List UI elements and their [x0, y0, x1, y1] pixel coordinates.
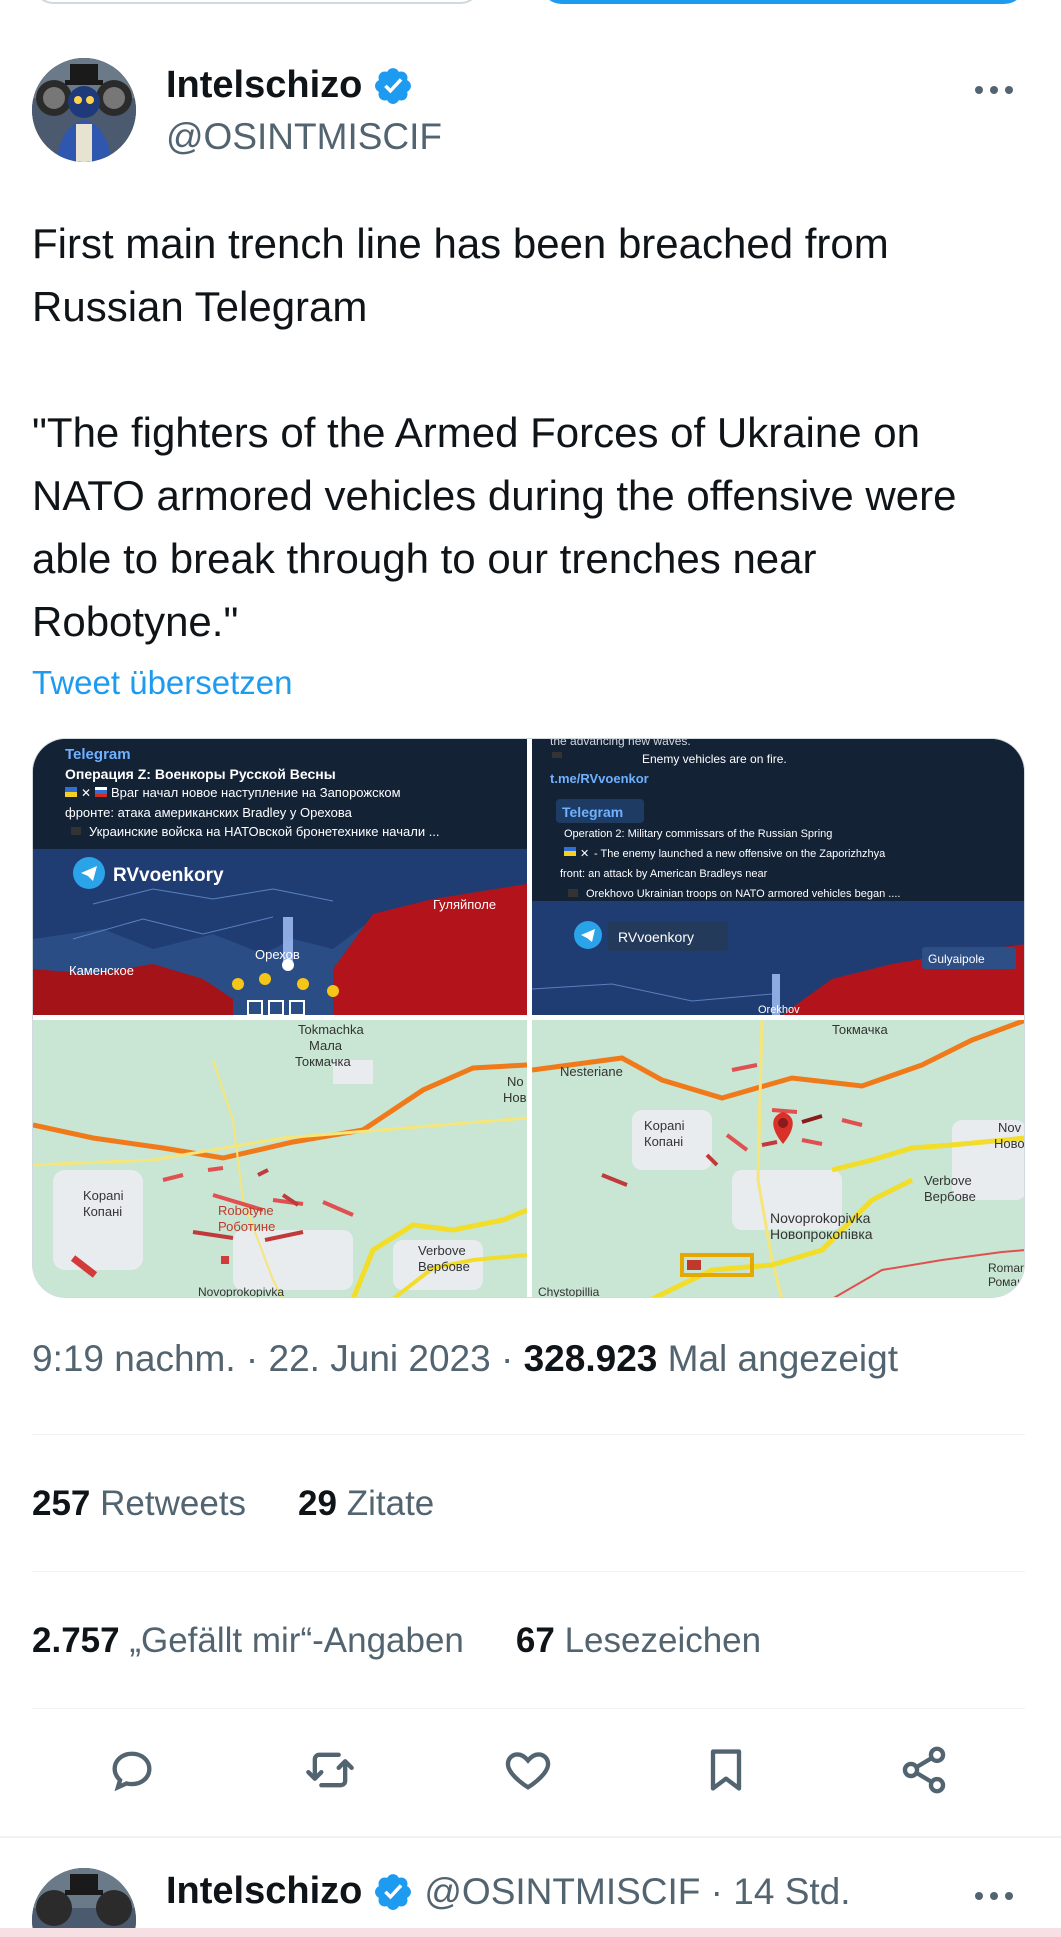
tile4-novoprok-en: Novoprokopivka	[770, 1210, 871, 1226]
tweet-header: Intelschizo @OSINTMISCIF	[32, 58, 1032, 168]
tile1-channel: Операция Z: Военкоры Русской Весны	[65, 766, 336, 782]
verified-icon	[375, 1873, 412, 1910]
display-name[interactable]: Intelschizo	[166, 64, 362, 107]
stats-row-2: 2.757 „Gefällt mir“-Angaben 67 Lesezeich…	[32, 1621, 761, 1661]
bookmark-icon[interactable]	[696, 1740, 756, 1800]
more-icon[interactable]	[964, 1876, 1024, 1916]
tile2-line3: Orekhovo Ukrainian troops on NATO armore…	[586, 888, 900, 900]
quotes-stat[interactable]: 29 Zitate	[298, 1484, 434, 1524]
tile4-nesteriane: Nesteriane	[560, 1064, 623, 1079]
tile3-kopani-en: Kopani	[83, 1188, 124, 1203]
divider	[32, 1571, 1025, 1572]
divider	[32, 1708, 1025, 1709]
likes-stat[interactable]: 2.757 „Gefällt mir“-Angaben	[32, 1621, 464, 1661]
tile4-novoprok-ru: Новопрокопівка	[770, 1226, 873, 1242]
media-tile-1[interactable]: Telegram Операция Z: Военкоры Русской Ве…	[33, 739, 527, 1015]
media-tile-4-map[interactable]: Токмачка Nesteriane Kopani Копані Verbov…	[532, 1020, 1025, 1298]
avatar[interactable]	[32, 58, 136, 162]
tile2-place-a: Gulyaipole	[928, 952, 985, 966]
action-bar	[32, 1740, 1025, 1810]
tile1-line3: Украинские войска на НАТОвской бронетехн…	[89, 824, 440, 839]
tile2-place-b: Orekhov	[758, 1004, 800, 1015]
tile3-tokmachka-ua: Мала	[309, 1038, 343, 1053]
tweet-date[interactable]: 22. Juni 2023	[269, 1338, 491, 1379]
tile3-robotyne-ru: Роботине	[218, 1219, 275, 1234]
tile3-edge-1: No	[507, 1074, 524, 1089]
tile1-place-c: Орехов	[255, 947, 300, 962]
tile1-line1: Враг начал новое наступление на Запорожс…	[111, 785, 401, 800]
share-icon[interactable]	[894, 1740, 954, 1800]
tile4-tokmachka-ru: Токмачка	[832, 1022, 888, 1037]
tile4-kopani-ru: Копані	[644, 1134, 683, 1149]
tile1-line2: фронте: атака американских Bradley у Оре…	[65, 805, 353, 820]
tile4-edge-2: Ново	[994, 1136, 1025, 1151]
next-tweet[interactable]: Intelschizo @OSINTMISCIF · 14 Std.	[32, 1868, 1032, 1937]
tile3-tokmachka-en: Tokmachka	[298, 1022, 365, 1037]
svg-text:✕: ✕	[81, 786, 91, 800]
tile1-place-b: Каменское	[69, 963, 134, 978]
handle[interactable]: @OSINTMISCIF	[166, 116, 442, 158]
tile2-link: t.me/RVvoenkor	[550, 771, 649, 786]
tile4-verbove-en: Verbove	[924, 1173, 972, 1188]
bookmarks-stat[interactable]: 67 Lesezeichen	[516, 1621, 761, 1661]
secondary-button-cutoff[interactable]	[32, 0, 482, 4]
views-label: Mal angezeigt	[667, 1338, 899, 1379]
tile4-chystopillia: Chystopillia	[538, 1285, 600, 1298]
tile3-tokmachka-ru: Токмачка	[295, 1054, 351, 1069]
display-name[interactable]: Intelschizo	[166, 1870, 362, 1913]
tile3-verbove-en: Verbove	[418, 1243, 466, 1258]
tile2-top-line: the advancing new waves.	[550, 739, 691, 748]
views-count: 328.923	[523, 1338, 658, 1379]
tile3-robotyne-en: Robotyne	[218, 1203, 274, 1218]
tweet-text: First main trench line has been breached…	[32, 212, 1032, 653]
tile4-kopani-en: Kopani	[644, 1118, 685, 1133]
tile3-novoprok-en: Novoprokopivka	[198, 1285, 284, 1298]
more-icon[interactable]	[964, 70, 1024, 110]
tweet-meta: 9:19 nachm. · 22. Juni 2023 · 328.923 Ma…	[32, 1338, 898, 1380]
tweet-time[interactable]: 9:19 nachm.	[32, 1338, 236, 1379]
like-icon[interactable]	[498, 1740, 558, 1800]
reply-icon[interactable]	[102, 1740, 162, 1800]
stats-row-1: 257 Retweets 29 Zitate	[32, 1484, 434, 1524]
tile2-source: Telegram	[562, 804, 623, 820]
tile1-source: Telegram	[65, 746, 131, 763]
divider	[32, 1434, 1025, 1435]
tile4-edge-3: Roman	[988, 1261, 1025, 1275]
retweets-stat[interactable]: 257 Retweets	[32, 1484, 246, 1524]
tile1-place-a: Гуляйполе	[433, 897, 496, 912]
tile3-verbove-ru: Вербове	[418, 1259, 470, 1274]
handle-and-time[interactable]: @OSINTMISCIF · 14 Std.	[424, 1871, 850, 1913]
tile2-channel: Operation 2: Military commissars of the …	[564, 828, 832, 840]
tile3-edge-2: Нов	[503, 1090, 527, 1105]
tile2-line2: front: an attack by American Bradleys ne…	[560, 868, 768, 880]
tweet-paragraph-2: "The fighters of the Armed Forces of Ukr…	[32, 409, 969, 645]
bottom-edge	[0, 1928, 1061, 1937]
tweet-separator	[0, 1836, 1061, 1838]
avatar[interactable]	[32, 1868, 136, 1937]
meta-separator: ·	[501, 1338, 514, 1379]
tile4-verbove-ru: Вербове	[924, 1189, 976, 1204]
media-grid[interactable]: Telegram Операция Z: Военкоры Русской Ве…	[32, 738, 1025, 1298]
primary-button-cutoff[interactable]	[540, 0, 1026, 4]
tile1-watermark: RVvoenkory	[113, 865, 224, 886]
tile4-edge-4: Роман	[988, 1275, 1024, 1289]
tweet-paragraph-1: First main trench line has been breached…	[32, 220, 901, 330]
translate-link[interactable]: Tweet übersetzen	[32, 664, 293, 702]
top-buttons-cutoff	[0, 0, 1061, 6]
media-tile-2[interactable]: the advancing new waves. Enemy vehicles …	[532, 739, 1024, 1015]
retweet-icon[interactable]	[300, 1740, 360, 1800]
meta-separator: ·	[245, 1338, 259, 1379]
tile4-edge-1: Nov	[998, 1120, 1022, 1135]
svg-text:✕: ✕	[580, 848, 589, 860]
media-tile-3-map[interactable]: Tokmachka Мала Токмачка Kopani Копані Ro…	[33, 1020, 527, 1298]
tile2-line1: - The enemy launched a new offensive on …	[594, 848, 886, 860]
verified-icon	[375, 67, 412, 104]
tile3-kopani-ru: Копані	[83, 1204, 122, 1219]
tile2-watermark: RVvoenkory	[618, 929, 694, 945]
tile2-fire-line: Enemy vehicles are on fire.	[642, 752, 787, 766]
